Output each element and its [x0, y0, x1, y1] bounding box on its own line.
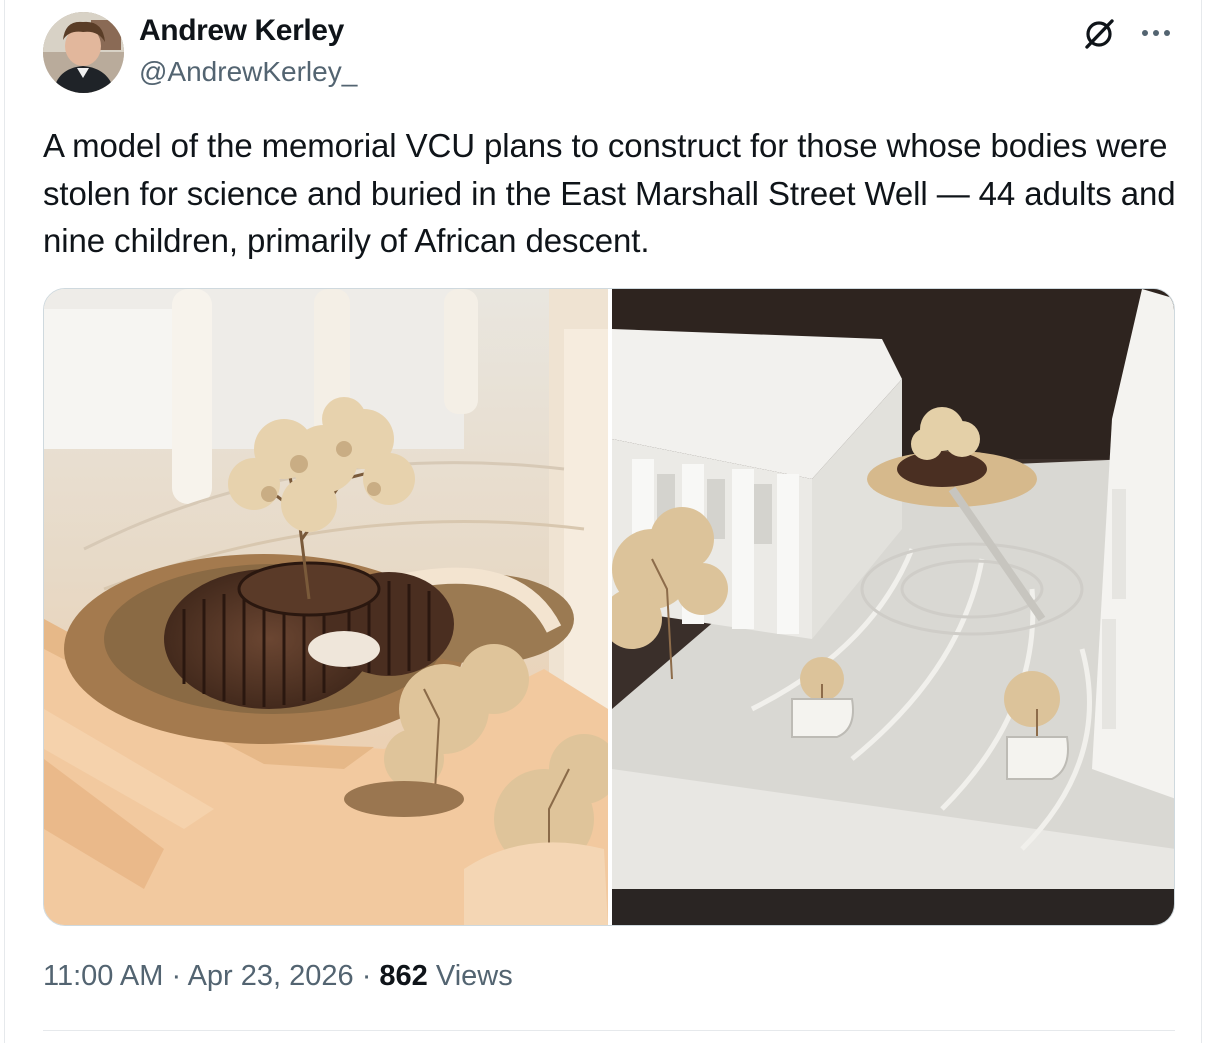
more-icon[interactable] [1139, 20, 1173, 46]
tweet-meta: 11:00 AM · Apr 23, 2026 · 862 Views [43, 960, 513, 993]
media-grid [43, 288, 1175, 926]
views-label: Views [427, 960, 513, 992]
divider [43, 1030, 1175, 1031]
tweet-date[interactable]: Apr 23, 2026 [188, 960, 354, 992]
author-name[interactable]: Andrew Kerley [139, 14, 344, 48]
media-photo-left[interactable] [44, 289, 608, 925]
views-count: 862 [379, 960, 428, 992]
avatar[interactable] [43, 12, 124, 93]
memorial-model-closeup-image [44, 289, 608, 925]
tweet-card: Andrew Kerley @AndrewKerley_ A model of … [4, 0, 1202, 1043]
avatar-photo [43, 12, 124, 93]
meta-separator: · [163, 960, 188, 992]
site-model-overview-image [612, 289, 1174, 925]
grok-icon[interactable] [1081, 16, 1117, 52]
tweet-time[interactable]: 11:00 AM [43, 960, 163, 992]
meta-separator: · [353, 960, 380, 992]
tweet-text: A model of the memorial VCU plans to con… [43, 127, 1176, 259]
author-handle[interactable]: @AndrewKerley_ [139, 56, 357, 88]
media-photo-right[interactable] [612, 289, 1174, 925]
